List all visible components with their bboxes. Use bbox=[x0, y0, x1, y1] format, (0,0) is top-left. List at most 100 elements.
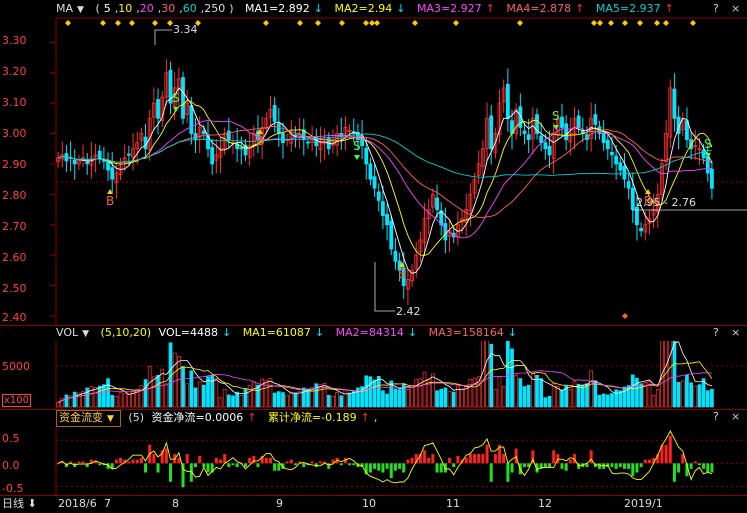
signal-diamond-icon bbox=[297, 20, 303, 26]
volume-bar bbox=[281, 392, 285, 408]
volume-bar bbox=[510, 348, 514, 408]
date-label: 8 bbox=[172, 497, 179, 510]
candle-body bbox=[564, 123, 569, 140]
candle-body bbox=[368, 163, 373, 180]
volume-chart[interactable] bbox=[0, 341, 747, 409]
flow-bar bbox=[227, 463, 231, 467]
candle-body bbox=[547, 145, 552, 156]
flow-bar bbox=[568, 459, 572, 464]
candle-body bbox=[210, 147, 215, 165]
candle-body bbox=[272, 105, 277, 122]
candle-body bbox=[189, 105, 194, 134]
volume-bar bbox=[672, 341, 677, 408]
flow-bar bbox=[631, 463, 635, 477]
period-label: 日线 bbox=[2, 497, 24, 510]
candle-body bbox=[306, 141, 310, 144]
signal-diamond-icon bbox=[412, 20, 418, 26]
volume-bar bbox=[218, 397, 223, 408]
signal-diamond-icon bbox=[622, 20, 628, 26]
candle-body bbox=[106, 160, 110, 171]
vol-ma2-value: MA2=84314 ↓ bbox=[336, 326, 421, 339]
volume-bar bbox=[710, 388, 714, 408]
flow-bar bbox=[264, 457, 268, 464]
volume-bar bbox=[264, 379, 269, 408]
close-button[interactable]: × bbox=[731, 408, 740, 426]
candle-body bbox=[201, 130, 206, 134]
volume-bar bbox=[435, 390, 439, 408]
volume-bar bbox=[85, 387, 90, 408]
candle-body bbox=[226, 130, 231, 140]
flow-bar bbox=[647, 459, 651, 464]
signal-diamond-icon bbox=[100, 20, 106, 26]
volume-bar bbox=[127, 394, 131, 408]
volume-bar bbox=[368, 376, 373, 408]
signal-diamond-icon bbox=[517, 20, 523, 26]
candle-body bbox=[710, 168, 714, 189]
volume-bar bbox=[514, 375, 519, 408]
candle-body bbox=[364, 147, 369, 165]
volume-bar bbox=[655, 388, 660, 408]
flow-bar bbox=[643, 459, 647, 464]
signal-diamond-icon bbox=[654, 20, 660, 26]
candle-body bbox=[156, 99, 160, 119]
flow-bar bbox=[410, 457, 414, 464]
flow-bar bbox=[477, 454, 481, 464]
flow-bar bbox=[668, 435, 672, 464]
help-button[interactable]: ? bbox=[713, 324, 719, 342]
volume-bar bbox=[335, 392, 339, 408]
candle-body bbox=[376, 191, 381, 201]
volume-bar bbox=[630, 374, 635, 408]
volume-bar bbox=[326, 395, 331, 408]
candle-body bbox=[181, 77, 185, 119]
flow-bar bbox=[268, 457, 272, 464]
flow-bar bbox=[485, 444, 489, 464]
vol-value: VOL=4488 ↓ bbox=[159, 326, 236, 339]
volume-bar bbox=[597, 395, 602, 408]
sell-arrow-icon bbox=[354, 155, 360, 160]
volume-bar bbox=[268, 378, 273, 408]
volume-bar bbox=[526, 384, 531, 408]
help-button[interactable]: ? bbox=[713, 408, 719, 426]
flow-bar bbox=[639, 463, 643, 467]
flow-bar bbox=[77, 461, 81, 464]
volume-bar bbox=[222, 388, 227, 408]
flow-bar bbox=[564, 463, 568, 471]
flow-bar bbox=[693, 461, 697, 464]
volume-bar bbox=[472, 377, 477, 408]
volume-bar bbox=[518, 378, 523, 408]
dropdown-arrow-icon: ▼ bbox=[82, 329, 90, 339]
close-button[interactable]: × bbox=[731, 324, 740, 342]
flow-indicator-tab[interactable]: 资金流变 ▼ bbox=[56, 410, 121, 427]
flow-bar bbox=[352, 463, 356, 466]
flow-bar bbox=[493, 454, 497, 464]
flow-bar bbox=[285, 461, 289, 464]
volume-bar bbox=[697, 384, 702, 408]
fund-flow-chart[interactable] bbox=[0, 427, 747, 495]
candle-body bbox=[372, 176, 377, 189]
signal-diamond-icon bbox=[152, 20, 158, 26]
candle-body bbox=[630, 187, 635, 210]
volume-bar bbox=[555, 386, 560, 408]
flow-bar bbox=[139, 457, 143, 464]
price-chart[interactable]: 3.342.422.95 - 2.76BBBBSSSS bbox=[0, 0, 747, 325]
volume-bar bbox=[102, 384, 106, 408]
arrow-down-icon: ↓ bbox=[407, 326, 418, 339]
candle-body bbox=[126, 153, 131, 156]
vol-indicator-selector[interactable]: VOL ▼ bbox=[56, 326, 93, 339]
volume-bar bbox=[568, 388, 573, 408]
buy-signal: B bbox=[398, 267, 406, 281]
flow-bar bbox=[506, 463, 510, 482]
signal-diamond-icon bbox=[663, 20, 669, 26]
volume-bar bbox=[572, 380, 577, 408]
volume-bar bbox=[93, 387, 98, 408]
volume-bar bbox=[651, 395, 656, 408]
volume-bar bbox=[347, 392, 352, 408]
flow-bar bbox=[135, 459, 139, 464]
flow-bar bbox=[373, 463, 377, 469]
candle-body bbox=[97, 150, 102, 159]
period-selector[interactable]: 日线 ⬇ bbox=[2, 495, 37, 513]
candle-body bbox=[576, 115, 581, 128]
sell-signal: S bbox=[353, 139, 361, 153]
vol-ma3-label: MA3=158164 bbox=[428, 326, 504, 339]
signal-diamond-icon bbox=[597, 20, 603, 26]
